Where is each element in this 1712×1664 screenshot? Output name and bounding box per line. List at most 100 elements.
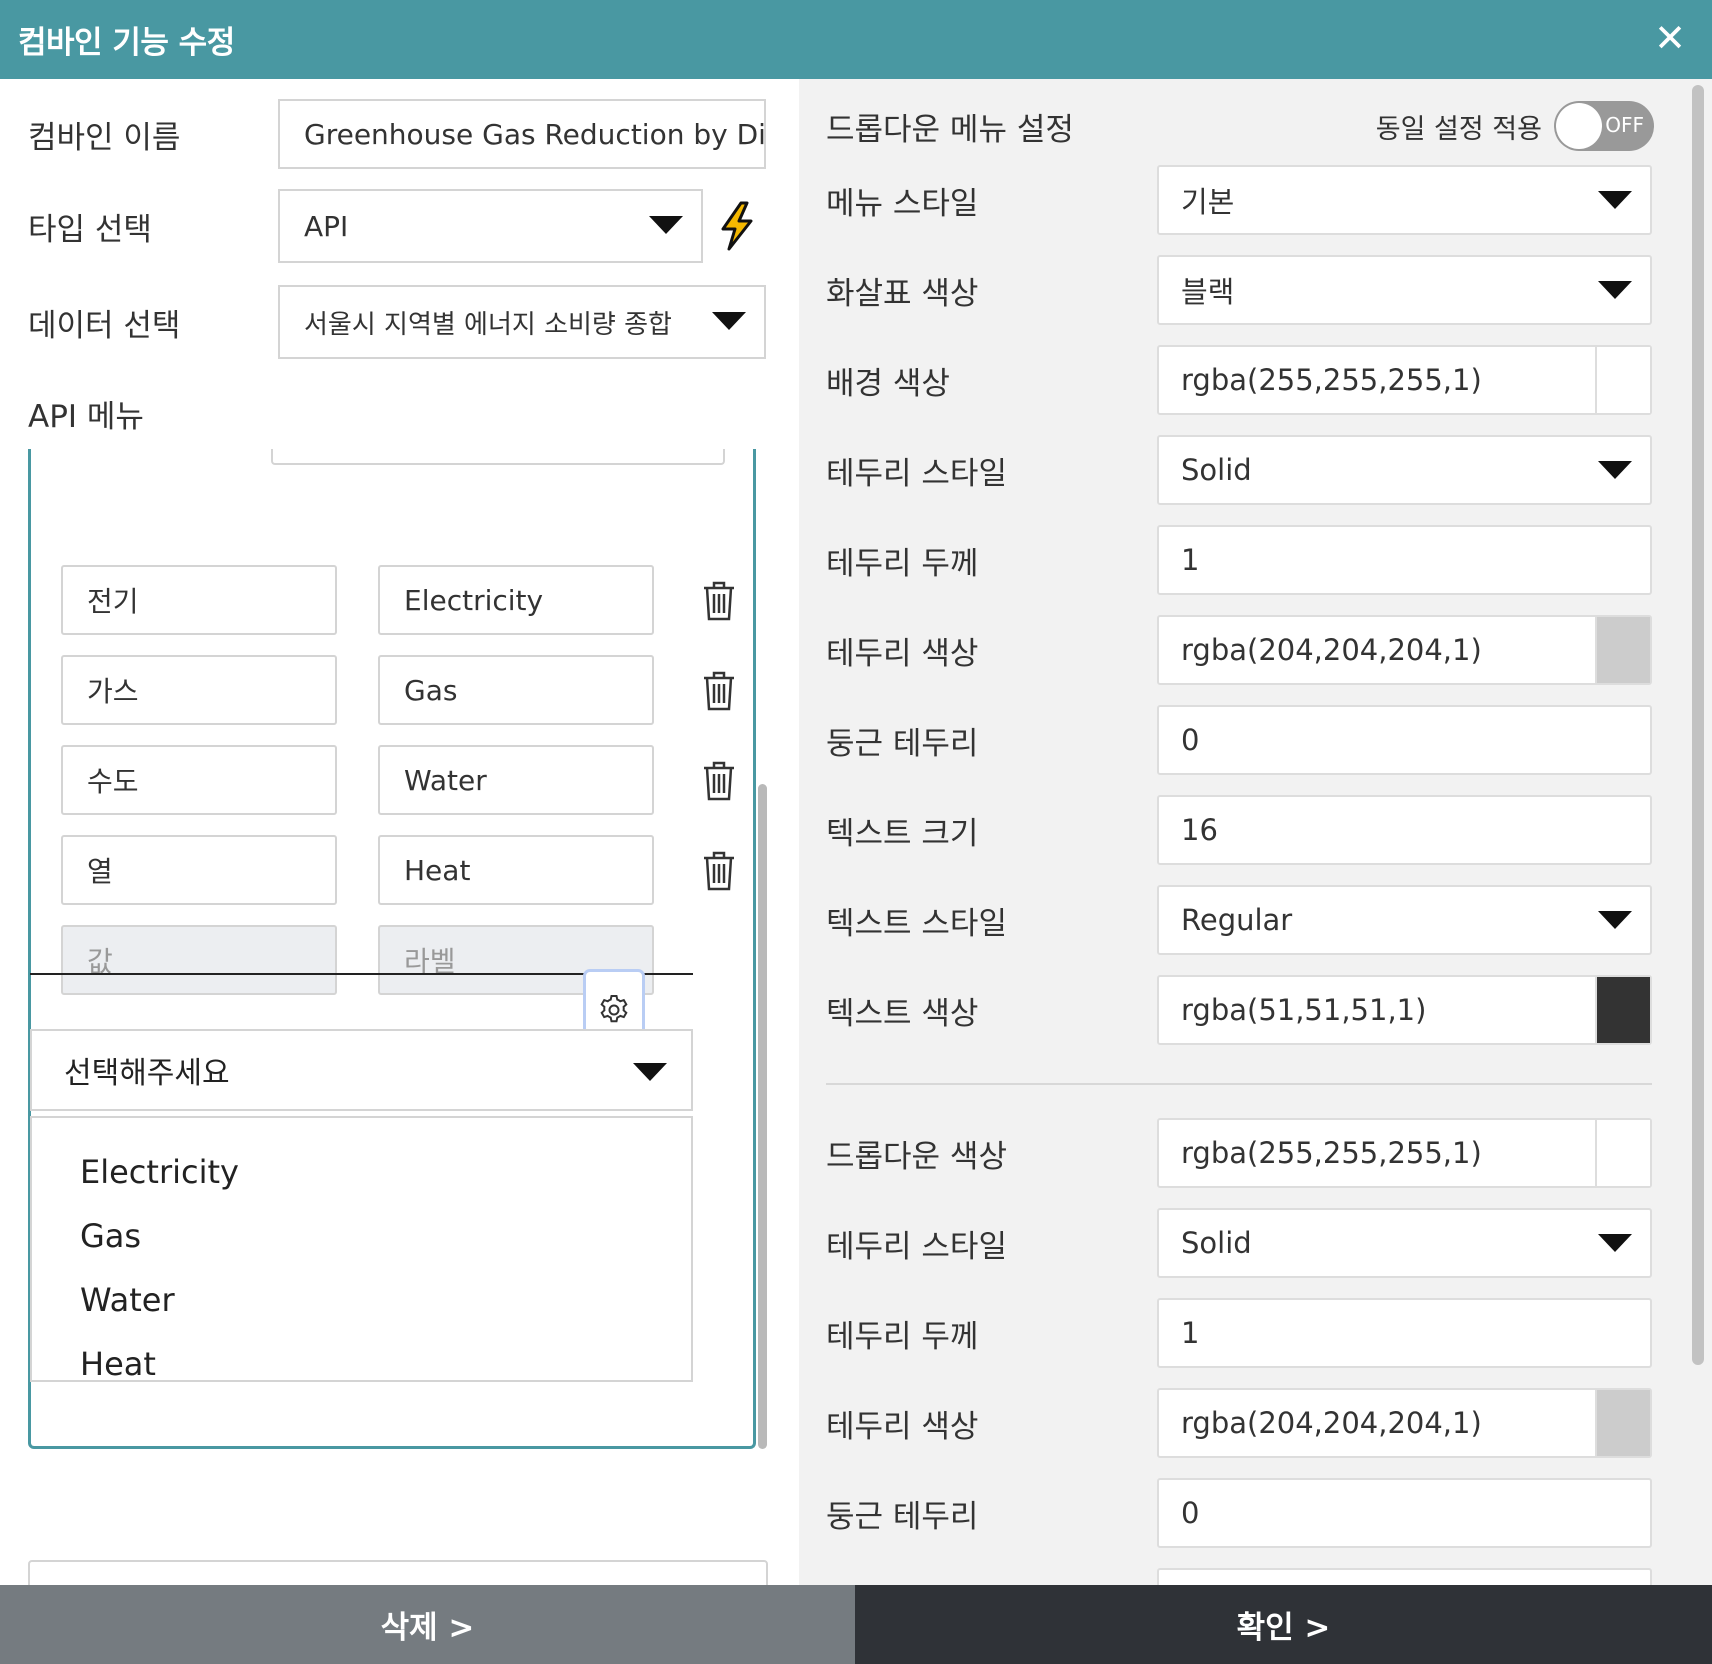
data-label: 데이터 선택 — [28, 307, 181, 344]
settings-row-label: 화살표 색상 — [826, 275, 979, 312]
color-swatch[interactable] — [1595, 1120, 1650, 1186]
same-setting-toggle[interactable]: OFF — [1554, 101, 1654, 151]
data-row: 데이터 선택 서울시 지역별 에너지 소비량 종합 — [28, 285, 766, 359]
name-input[interactable]: Greenhouse Gas Reduction by Dis — [278, 99, 766, 169]
data-select[interactable]: 서울시 지역별 에너지 소비량 종합 — [278, 285, 766, 359]
settings-select[interactable]: Regular — [1157, 885, 1652, 955]
preview-placeholder: 선택해주세요 — [64, 1056, 230, 1091]
api-item-value-input[interactable]: 수도 — [61, 745, 337, 815]
settings-row-label: 텍스트 색상 — [826, 995, 979, 1032]
delete-button[interactable]: 삭제 > — [0, 1585, 855, 1664]
chevron-down-icon — [1598, 461, 1632, 479]
settings-row-label: 테두리 두께 — [826, 1318, 979, 1355]
trash-icon[interactable] — [701, 579, 737, 621]
chevron-down-icon — [1598, 911, 1632, 929]
new-value-input[interactable]: 값 — [61, 925, 337, 995]
lightning-icon[interactable] — [717, 201, 757, 251]
settings-input[interactable]: 0 — [1157, 705, 1652, 775]
settings-row-label: 드롭다운 색상 — [826, 1138, 1007, 1175]
trash-icon[interactable] — [701, 849, 737, 891]
settings-input[interactable]: 1 — [1157, 1298, 1652, 1368]
api-item-value-input[interactable]: 가스 — [61, 655, 337, 725]
same-setting-toggle-group: 동일 설정 적용 OFF — [1376, 101, 1654, 151]
preview-option[interactable]: Water — [32, 1268, 691, 1332]
preview-option[interactable]: Gas — [32, 1204, 691, 1268]
toggle-knob — [1556, 103, 1602, 149]
data-select-value: 서울시 지역별 에너지 소비량 종합 — [304, 309, 672, 340]
settings-row-label: 테두리 스타일 — [826, 1228, 1007, 1265]
settings-panel: 드롭다운 메뉴 설정 동일 설정 적용 OFF 메뉴 스타일 기본 화살표 색상 블랙… — [799, 79, 1712, 1585]
dialog-footer: 삭제 > 확인 > — [0, 1585, 1712, 1664]
settings-input[interactable]: 16 — [1157, 795, 1652, 865]
settings-row-label: 메뉴 스타일 — [826, 185, 979, 222]
color-input[interactable]: rgba(255,255,255,1) — [1157, 1118, 1652, 1188]
color-input[interactable]: rgba(204,204,204,1) — [1157, 615, 1652, 685]
settings-value: 1 — [1181, 1316, 1200, 1350]
api-panel-scrollbar[interactable] — [758, 784, 767, 1449]
name-label: 컴바인 이름 — [28, 119, 181, 156]
preview-options-list: Electricity Gas Water Heat — [30, 1116, 693, 1383]
name-row: 컴바인 이름 Greenhouse Gas Reduction by Dis — [28, 99, 766, 169]
preview-option[interactable]: Heat — [32, 1332, 691, 1396]
settings-row-label: 둥근 테두리 — [826, 1498, 979, 1535]
settings-row: 테두리 스타일 Solid — [826, 435, 1652, 505]
color-input[interactable]: rgba(51,51,51,1) — [1157, 975, 1652, 1045]
settings-input-partial[interactable] — [1157, 1568, 1652, 1585]
api-item-label-input[interactable]: Heat — [378, 835, 654, 905]
settings-row-partial — [826, 1568, 1652, 1585]
settings-value: 블랙 — [1181, 275, 1235, 309]
settings-value: 0 — [1181, 723, 1200, 757]
color-swatch[interactable] — [1595, 347, 1650, 413]
settings-input[interactable]: 0 — [1157, 1478, 1652, 1548]
trash-icon[interactable] — [701, 759, 737, 801]
api-item-value-input[interactable]: 전기 — [61, 565, 337, 635]
settings-row: 텍스트 크기 16 — [826, 795, 1652, 865]
preview-dropdown[interactable]: 선택해주세요 — [30, 1029, 693, 1111]
settings-row: 둥근 테두리 0 — [826, 705, 1652, 775]
type-select[interactable]: API — [278, 189, 703, 263]
chevron-down-icon — [712, 312, 746, 330]
settings-row: 메뉴 스타일 기본 — [826, 165, 1652, 235]
color-swatch[interactable] — [1595, 977, 1650, 1043]
api-item-label-input[interactable]: Gas — [378, 655, 654, 725]
api-item-label-input[interactable]: Water — [378, 745, 654, 815]
api-item-row: 가스 Gas — [61, 655, 739, 725]
settings-scrollbar[interactable] — [1692, 85, 1704, 1365]
confirm-button[interactable]: 확인 > — [855, 1585, 1712, 1664]
settings-value: 0 — [1181, 1496, 1200, 1530]
api-item-label-input[interactable]: Electricity — [378, 565, 654, 635]
gear-icon — [600, 995, 628, 1023]
type-label: 타입 선택 — [28, 211, 152, 248]
type-select-value: API — [304, 209, 349, 243]
settings-row: 배경 색상 rgba(255,255,255,1) — [826, 345, 1652, 415]
settings-value: Regular — [1181, 903, 1293, 937]
close-icon[interactable]: ✕ — [1652, 19, 1688, 57]
settings-select[interactable]: Solid — [1157, 435, 1652, 505]
settings-value: 기본 — [1181, 185, 1235, 219]
color-input[interactable]: rgba(204,204,204,1) — [1157, 1388, 1652, 1458]
settings-value: Solid — [1181, 453, 1252, 487]
settings-select[interactable]: 기본 — [1157, 165, 1652, 235]
chevron-down-icon — [1598, 281, 1632, 299]
settings-select[interactable]: Solid — [1157, 1208, 1652, 1278]
color-swatch[interactable] — [1595, 617, 1650, 683]
color-input[interactable]: rgba(255,255,255,1) — [1157, 345, 1652, 415]
settings-value: rgba(255,255,255,1) — [1181, 1136, 1482, 1170]
type-row: 타입 선택 API — [28, 189, 757, 263]
trash-icon[interactable] — [701, 669, 737, 711]
settings-row: 드롭다운 색상 rgba(255,255,255,1) — [826, 1118, 1652, 1188]
settings-row-label: 테두리 색상 — [826, 635, 979, 672]
name-input-value: Greenhouse Gas Reduction by Dis — [304, 117, 766, 151]
color-swatch[interactable] — [1595, 1390, 1650, 1456]
chevron-down-icon — [633, 1063, 667, 1081]
settings-input[interactable]: 1 — [1157, 525, 1652, 595]
settings-row-label: 배경 색상 — [826, 365, 950, 402]
api-item-row: 전기 Electricity — [61, 565, 739, 635]
chevron-down-icon — [1598, 1234, 1632, 1252]
preview-option[interactable]: Electricity — [32, 1140, 691, 1204]
api-item-value-input[interactable]: 열 — [61, 835, 337, 905]
scrolled-item-edge — [271, 449, 725, 465]
settings-select[interactable]: 블랙 — [1157, 255, 1652, 325]
settings-row: 둥근 테두리 0 — [826, 1478, 1652, 1548]
toggle-state: OFF — [1605, 113, 1644, 137]
